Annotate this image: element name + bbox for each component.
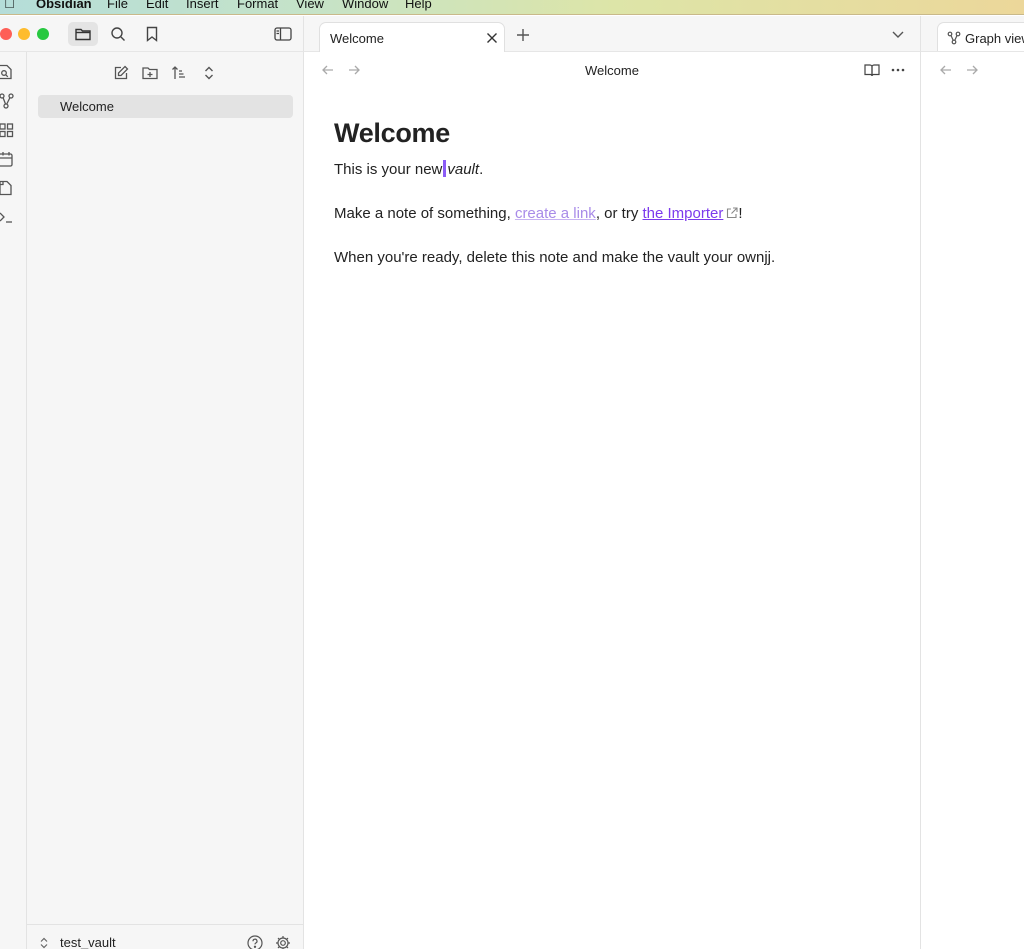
note-paragraph-1: This is your new vault. (334, 159, 894, 181)
sidebar-toggle-icon (274, 27, 292, 41)
tab-graph-view[interactable]: Graph view (937, 22, 1024, 51)
menu-help[interactable]: Help (405, 0, 432, 11)
tab-bar: Welcome (304, 16, 920, 53)
help-icon[interactable] (247, 935, 263, 949)
window-close-button[interactable] (0, 28, 12, 40)
collapse-all-button[interactable] (198, 62, 220, 84)
vault-name[interactable]: test_vault (60, 935, 116, 949)
command-palette-icon[interactable] (0, 209, 14, 225)
p2-end: ! (738, 205, 743, 222)
note-title: Welcome (334, 118, 450, 148)
folder-icon (75, 28, 91, 41)
note-paragraph-2: Make a note of something, create a link,… (334, 203, 894, 225)
view-title[interactable]: Welcome (304, 63, 920, 78)
forward-arrow-icon[interactable] (964, 62, 980, 78)
new-note-icon (114, 65, 129, 80)
sort-icon (172, 66, 185, 79)
ribbon (0, 52, 27, 949)
file-explorer: Welcome test_vault (27, 52, 304, 949)
new-folder-icon (142, 67, 158, 80)
quick-switcher-icon[interactable] (0, 64, 14, 80)
collapse-icon (205, 66, 213, 80)
file-explorer-actions (27, 62, 304, 84)
search-tab-button[interactable] (103, 22, 133, 46)
close-icon[interactable] (484, 30, 500, 46)
back-arrow-icon[interactable] (938, 62, 954, 78)
search-icon (111, 27, 125, 41)
more-options-icon[interactable] (890, 62, 906, 78)
p1-end: . (479, 161, 484, 178)
p1-italic: vault (447, 161, 480, 178)
templates-icon[interactable] (0, 180, 14, 196)
graph-icon (947, 31, 961, 45)
menu-view[interactable]: View (296, 0, 324, 11)
files-tab-button[interactable] (68, 22, 98, 46)
graph-icon[interactable] (0, 93, 14, 109)
chevron-down-icon[interactable] (890, 26, 906, 42)
menu-format[interactable]: Format (237, 0, 278, 11)
p1-text: This is your new (334, 161, 443, 178)
window-minimize-button[interactable] (18, 28, 30, 40)
new-note-button[interactable] (110, 62, 132, 84)
menu-edit[interactable]: Edit (146, 0, 168, 11)
external-link-importer[interactable]: the Importer (642, 205, 723, 222)
vault-switcher-icon[interactable] (39, 937, 49, 949)
p2-text: Make a note of something, (334, 205, 515, 222)
sort-button[interactable] (168, 62, 190, 84)
window-zoom-button[interactable] (37, 28, 49, 40)
new-tab-icon[interactable] (514, 26, 532, 44)
apple-logo-icon[interactable]:  (4, 0, 15, 12)
tab-label: Welcome (330, 31, 384, 46)
bookmarks-tab-button[interactable] (137, 22, 167, 46)
vault-bar: test_vault (27, 924, 304, 949)
tab-label: Graph view (965, 31, 1024, 46)
note-paragraph-3: When you're ready, delete this note and … (334, 249, 776, 266)
menu-app-name[interactable]: Obsidian (36, 0, 92, 11)
daily-notes-icon[interactable] (0, 151, 14, 167)
p2-middle: , or try (595, 205, 643, 222)
text-cursor (443, 160, 447, 177)
macos-menubar:  Obsidian File Edit Insert Format View … (0, 0, 1024, 15)
external-link-icon (727, 207, 738, 219)
right-pane-divider[interactable] (920, 16, 921, 949)
canvas-icon[interactable] (0, 122, 14, 138)
new-folder-button[interactable] (139, 62, 161, 84)
right-tab-bar: Graph view (921, 16, 1024, 52)
settings-icon[interactable] (275, 935, 291, 949)
menu-file[interactable]: File (107, 0, 128, 11)
file-item-label: Welcome (60, 99, 114, 114)
bookmark-icon (146, 26, 158, 42)
tab-welcome[interactable]: Welcome (319, 22, 505, 53)
menu-insert[interactable]: Insert (186, 0, 219, 11)
view-header: Welcome (304, 52, 920, 88)
reading-view-icon[interactable] (864, 62, 880, 78)
note-content[interactable]: Welcome This is your new vault. Make a no… (334, 118, 894, 291)
file-item-welcome[interactable]: Welcome (38, 95, 293, 118)
sidebar-toggle-button[interactable] (268, 22, 298, 46)
menu-window[interactable]: Window (342, 0, 388, 11)
internal-link-create-a-link[interactable]: create a link (515, 205, 596, 222)
